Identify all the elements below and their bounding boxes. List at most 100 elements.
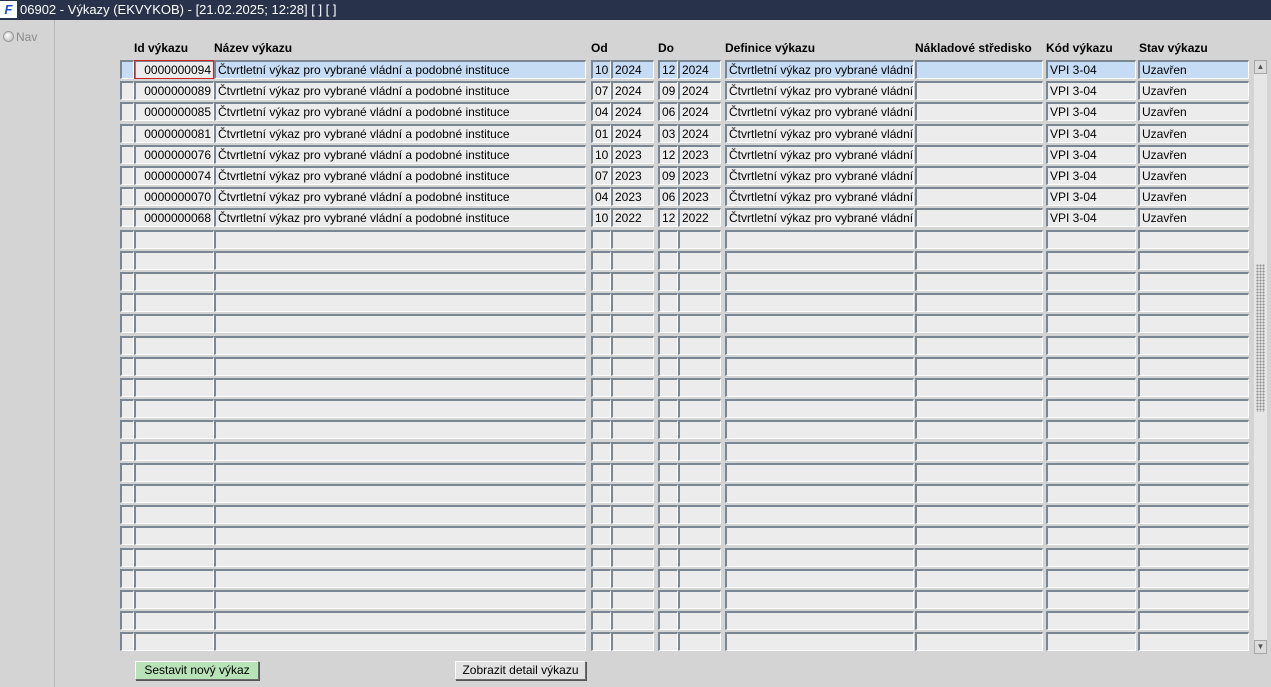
cell-do-mesic[interactable] (658, 251, 678, 270)
cell-stav-vykazu[interactable] (1138, 314, 1249, 333)
cell-do-mesic[interactable] (658, 548, 678, 567)
cell-nazev-vykazu[interactable] (214, 463, 586, 482)
cell-od-rok[interactable] (611, 463, 654, 482)
cell-nazev-vykazu[interactable] (214, 442, 586, 461)
cell-definice-vykazu[interactable] (725, 463, 914, 482)
cell-definice-vykazu[interactable] (725, 526, 914, 545)
cell-od-rok[interactable] (611, 548, 654, 567)
cell-definice-vykazu[interactable] (725, 272, 914, 291)
cell-definice-vykazu[interactable] (725, 632, 914, 651)
cell-od-rok[interactable]: 2024 (611, 60, 654, 79)
cell-do-mesic[interactable] (658, 632, 678, 651)
cell-kod-vykazu[interactable] (1046, 378, 1136, 397)
cell-kod-vykazu[interactable] (1046, 293, 1136, 312)
row-selector[interactable] (120, 81, 134, 100)
cell-id-vykazu[interactable] (134, 526, 214, 545)
cell-od-mesic[interactable]: 10 (591, 145, 611, 164)
new-report-button[interactable]: Sestavit nový výkaz (135, 661, 259, 680)
cell-do-rok[interactable] (678, 590, 721, 609)
cell-definice-vykazu[interactable]: Čtvrtletní výkaz pro vybrané vládní a (725, 60, 914, 79)
cell-definice-vykazu[interactable]: Čtvrtletní výkaz pro vybrané vládní a (725, 187, 914, 206)
cell-od-rok[interactable] (611, 399, 654, 418)
cell-do-rok[interactable] (678, 293, 721, 312)
cell-nazev-vykazu[interactable]: Čtvrtletní výkaz pro vybrané vládní a po… (214, 102, 586, 121)
cell-definice-vykazu[interactable]: Čtvrtletní výkaz pro vybrané vládní a (725, 81, 914, 100)
cell-stav-vykazu[interactable]: Uzavřen (1138, 102, 1249, 121)
cell-id-vykazu[interactable] (134, 632, 214, 651)
cell-definice-vykazu[interactable] (725, 484, 914, 503)
cell-kod-vykazu[interactable] (1046, 569, 1136, 588)
cell-od-mesic[interactable] (591, 442, 611, 461)
row-selector[interactable] (120, 314, 134, 333)
cell-definice-vykazu[interactable] (725, 442, 914, 461)
cell-nazev-vykazu[interactable] (214, 399, 586, 418)
cell-od-mesic[interactable] (591, 378, 611, 397)
cell-do-mesic[interactable] (658, 611, 678, 630)
cell-od-rok[interactable] (611, 505, 654, 524)
cell-od-mesic[interactable]: 04 (591, 102, 611, 121)
cell-stav-vykazu[interactable] (1138, 442, 1249, 461)
row-selector[interactable] (120, 420, 134, 439)
cell-stav-vykazu[interactable] (1138, 399, 1249, 418)
cell-nakladove-stredisko[interactable] (915, 124, 1043, 143)
cell-do-mesic[interactable] (658, 420, 678, 439)
cell-kod-vykazu[interactable]: VPI 3-04 (1046, 60, 1136, 79)
cell-nakladove-stredisko[interactable] (915, 272, 1043, 291)
cell-od-mesic[interactable] (591, 463, 611, 482)
cell-od-rok[interactable] (611, 590, 654, 609)
cell-nazev-vykazu[interactable] (214, 293, 586, 312)
cell-kod-vykazu[interactable] (1046, 611, 1136, 630)
row-selector[interactable] (120, 378, 134, 397)
cell-od-rok[interactable] (611, 314, 654, 333)
cell-id-vykazu[interactable]: 0000000076 (134, 145, 214, 164)
cell-id-vykazu[interactable] (134, 548, 214, 567)
cell-id-vykazu[interactable] (134, 569, 214, 588)
cell-do-mesic[interactable] (658, 314, 678, 333)
cell-nazev-vykazu[interactable] (214, 505, 586, 524)
cell-stav-vykazu[interactable] (1138, 505, 1249, 524)
cell-kod-vykazu[interactable] (1046, 336, 1136, 355)
cell-do-rok[interactable] (678, 463, 721, 482)
cell-id-vykazu[interactable]: 0000000094 (134, 60, 214, 79)
cell-od-mesic[interactable] (591, 336, 611, 355)
cell-do-mesic[interactable] (658, 230, 678, 249)
cell-do-rok[interactable] (678, 420, 721, 439)
cell-nakladove-stredisko[interactable] (915, 187, 1043, 206)
cell-od-mesic[interactable] (591, 484, 611, 503)
cell-nazev-vykazu[interactable]: Čtvrtletní výkaz pro vybrané vládní a po… (214, 60, 586, 79)
cell-do-rok[interactable] (678, 230, 721, 249)
cell-id-vykazu[interactable] (134, 399, 214, 418)
cell-stav-vykazu[interactable]: Uzavřen (1138, 166, 1249, 185)
cell-do-mesic[interactable] (658, 526, 678, 545)
cell-od-mesic[interactable] (591, 611, 611, 630)
cell-id-vykazu[interactable] (134, 442, 214, 461)
cell-kod-vykazu[interactable] (1046, 251, 1136, 270)
cell-id-vykazu[interactable] (134, 420, 214, 439)
cell-definice-vykazu[interactable]: Čtvrtletní výkaz pro vybrané vládní a (725, 208, 914, 227)
cell-od-mesic[interactable] (591, 505, 611, 524)
row-selector[interactable] (120, 569, 134, 588)
cell-definice-vykazu[interactable] (725, 357, 914, 376)
cell-do-rok[interactable] (678, 505, 721, 524)
cell-stav-vykazu[interactable] (1138, 272, 1249, 291)
cell-definice-vykazu[interactable]: Čtvrtletní výkaz pro vybrané vládní a (725, 166, 914, 185)
cell-do-rok[interactable] (678, 442, 721, 461)
cell-od-mesic[interactable] (591, 251, 611, 270)
cell-od-rok[interactable] (611, 272, 654, 291)
cell-id-vykazu[interactable] (134, 272, 214, 291)
cell-do-mesic[interactable] (658, 293, 678, 312)
cell-do-rok[interactable] (678, 357, 721, 376)
cell-od-rok[interactable] (611, 251, 654, 270)
cell-nakladove-stredisko[interactable] (915, 230, 1043, 249)
cell-kod-vykazu[interactable] (1046, 314, 1136, 333)
cell-id-vykazu[interactable]: 0000000081 (134, 124, 214, 143)
row-selector[interactable] (120, 251, 134, 270)
cell-nazev-vykazu[interactable]: Čtvrtletní výkaz pro vybrané vládní a po… (214, 145, 586, 164)
cell-od-mesic[interactable]: 10 (591, 60, 611, 79)
cell-do-mesic[interactable] (658, 505, 678, 524)
row-selector[interactable] (120, 124, 134, 143)
cell-nazev-vykazu[interactable] (214, 420, 586, 439)
cell-od-rok[interactable]: 2024 (611, 81, 654, 100)
vertical-scrollbar[interactable]: ▲ ▼ (1254, 60, 1267, 654)
cell-nakladove-stredisko[interactable] (915, 632, 1043, 651)
